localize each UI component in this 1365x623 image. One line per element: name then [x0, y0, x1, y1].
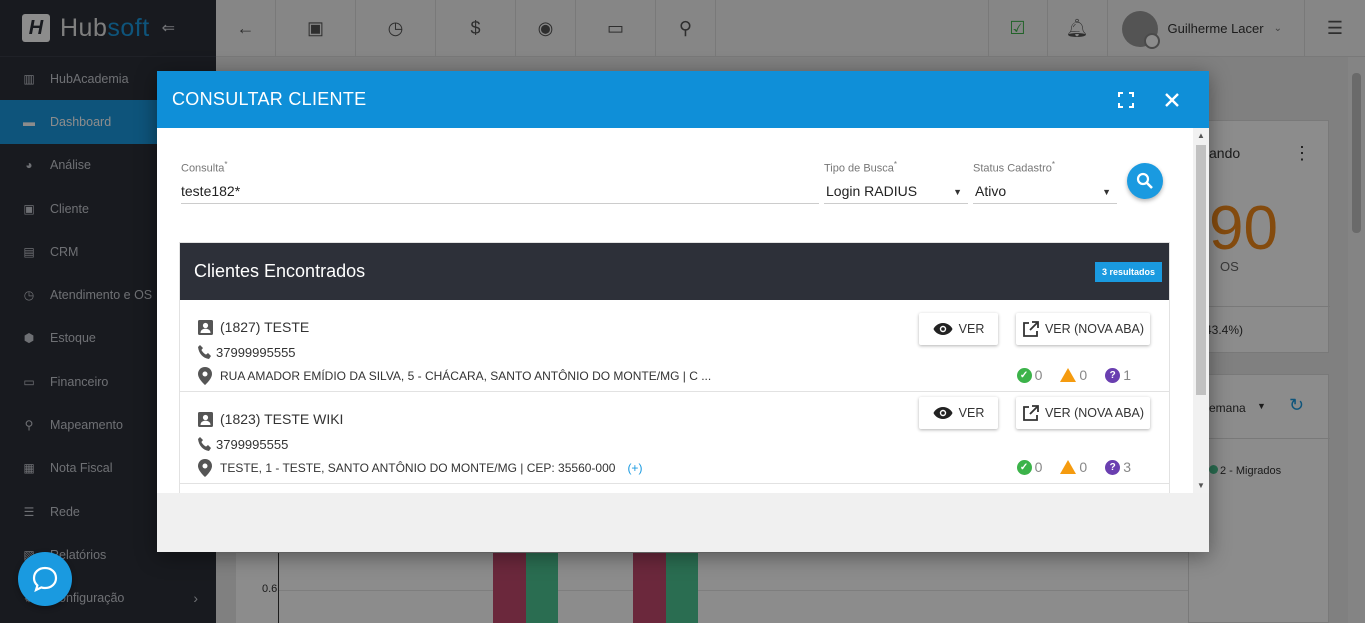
- ver-nova-aba-label: VER (NOVA ABA): [1044, 406, 1145, 420]
- modal-footer: [157, 493, 1209, 552]
- close-button[interactable]: [1149, 71, 1195, 128]
- results-panel: Clientes Encontrados 3 resultados (1827)…: [179, 242, 1170, 493]
- question-count: 1: [1123, 367, 1131, 383]
- client-row: (1827) TESTE 37999995555 RUA AMADOR EMÍD…: [180, 300, 1169, 392]
- contact-card-icon: [196, 318, 214, 336]
- contact-card-icon: [196, 410, 214, 428]
- ver-nova-aba-label: VER (NOVA ABA): [1044, 322, 1145, 336]
- client-address-line: TESTE, 1 - TESTE, SANTO ANTÔNIO DO MONTE…: [196, 459, 642, 477]
- question-counter: ? 3: [1105, 459, 1131, 475]
- warning-icon: [1060, 368, 1077, 382]
- tipo-busca-select[interactable]: Login RADIUS ▼: [824, 183, 968, 204]
- client-name-line: (1823) TESTE WIKI: [196, 410, 343, 428]
- caret-down-icon: ▼: [953, 186, 962, 197]
- client-status-counters: ✓ 0 0 ? 3: [1016, 459, 1131, 475]
- chat-button[interactable]: [18, 552, 72, 606]
- warning-counter: 0: [1060, 459, 1087, 475]
- client-name: (1827) TESTE: [220, 319, 310, 335]
- phone-icon: [196, 343, 214, 361]
- tipo-busca-value: Login RADIUS: [826, 182, 918, 199]
- open-new-tab-icon: [1023, 320, 1039, 337]
- tipo-busca-label-text: Tipo de Busca: [824, 162, 894, 175]
- client-name: (1823) TESTE WIKI: [220, 411, 344, 427]
- client-phone: 37999995555: [216, 344, 296, 360]
- client-address-line: RUA AMADOR EMÍDIO DA SILVA, 5 - CHÁCARA,…: [196, 367, 711, 385]
- results-title: Clientes Encontrados: [194, 261, 366, 281]
- status-cadastro-label-text: Status Cadastro: [973, 162, 1052, 175]
- client-address: TESTE, 1 - TESTE, SANTO ANTÔNIO DO MONTE…: [220, 461, 616, 475]
- question-circle-icon: ?: [1105, 367, 1121, 383]
- warning-icon: [1060, 460, 1077, 474]
- question-counter: ? 1: [1105, 367, 1131, 383]
- ok-count: 0: [1034, 367, 1043, 383]
- modal-body: Consulta* teste182* Tipo de Busca* Login…: [157, 128, 1209, 493]
- warning-count: 0: [1079, 367, 1088, 383]
- ver-nova-aba-button[interactable]: VER (NOVA ABA): [1016, 397, 1150, 429]
- fullscreen-button[interactable]: [1103, 71, 1149, 128]
- warning-count: 0: [1079, 459, 1088, 475]
- question-count: 3: [1123, 459, 1131, 475]
- chat-icon: [32, 566, 58, 593]
- consulta-label: Consulta*: [181, 160, 228, 175]
- fullscreen-icon: [1118, 91, 1134, 108]
- ok-count: 0: [1034, 459, 1043, 475]
- search-icon: [1136, 172, 1153, 189]
- status-cadastro-field[interactable]: Status Cadastro* Ativo ▼: [973, 160, 1117, 204]
- ver-button[interactable]: VER: [919, 313, 998, 345]
- client-row: (1823) TESTE WIKI 3799995555 TESTE, 1 - …: [180, 392, 1169, 484]
- client-phone: 3799995555: [216, 436, 289, 452]
- eye-icon: [933, 407, 953, 419]
- client-address: RUA AMADOR EMÍDIO DA SILVA, 5 - CHÁCARA,…: [220, 369, 712, 383]
- phone-icon: [196, 435, 214, 453]
- client-status-counters: ✓ 0 0 ? 1: [1016, 367, 1131, 383]
- address-more-link[interactable]: (+): [627, 461, 642, 475]
- consult-client-modal: CONSULTAR CLIENTE Consulta* teste182* Ti…: [157, 71, 1209, 552]
- modal-scrollbar[interactable]: ▲ ▼: [1193, 128, 1209, 493]
- scroll-up-icon[interactable]: ▲: [1197, 131, 1205, 140]
- check-circle-icon: ✓: [1016, 367, 1032, 383]
- tipo-busca-field[interactable]: Tipo de Busca* Login RADIUS ▼: [824, 160, 968, 204]
- status-cadastro-select[interactable]: Ativo ▼: [973, 183, 1117, 204]
- ok-counter: ✓ 0: [1016, 367, 1043, 383]
- close-icon: [1165, 92, 1179, 107]
- modal-title: CONSULTAR CLIENTE: [172, 89, 367, 109]
- results-count-badge: 3 resultados: [1094, 261, 1162, 282]
- caret-down-icon: ▼: [1102, 186, 1111, 197]
- question-circle-icon: ?: [1105, 459, 1121, 475]
- consulta-field[interactable]: Consulta* teste182*: [181, 160, 819, 204]
- check-circle-icon: ✓: [1016, 459, 1032, 475]
- ver-button-label: VER: [958, 322, 985, 336]
- location-pin-icon: [196, 367, 214, 385]
- client-phone-line: 3799995555: [196, 435, 288, 453]
- consulta-label-text: Consulta: [181, 162, 225, 175]
- client-name-line: (1827) TESTE: [196, 318, 309, 336]
- scroll-down-icon[interactable]: ▼: [1197, 481, 1205, 490]
- status-cadastro-value: Ativo: [975, 182, 1007, 199]
- client-phone-line: 37999995555: [196, 343, 296, 361]
- eye-icon: [933, 323, 953, 335]
- ver-button-label: VER: [958, 406, 985, 420]
- search-button[interactable]: [1127, 163, 1163, 199]
- modal-header: CONSULTAR CLIENTE: [157, 71, 1209, 128]
- ver-nova-aba-button[interactable]: VER (NOVA ABA): [1016, 313, 1150, 345]
- results-header: Clientes Encontrados 3 resultados: [180, 243, 1169, 300]
- ver-button[interactable]: VER: [919, 397, 998, 429]
- consulta-input[interactable]: teste182*: [181, 183, 819, 204]
- location-pin-icon: [196, 459, 214, 477]
- ok-counter: ✓ 0: [1016, 459, 1043, 475]
- status-cadastro-label: Status Cadastro*: [973, 160, 1055, 175]
- tipo-busca-label: Tipo de Busca*: [824, 160, 898, 175]
- warning-counter: 0: [1060, 367, 1087, 383]
- modal-scrollbar-thumb[interactable]: [1196, 145, 1206, 395]
- open-new-tab-icon: [1023, 404, 1039, 421]
